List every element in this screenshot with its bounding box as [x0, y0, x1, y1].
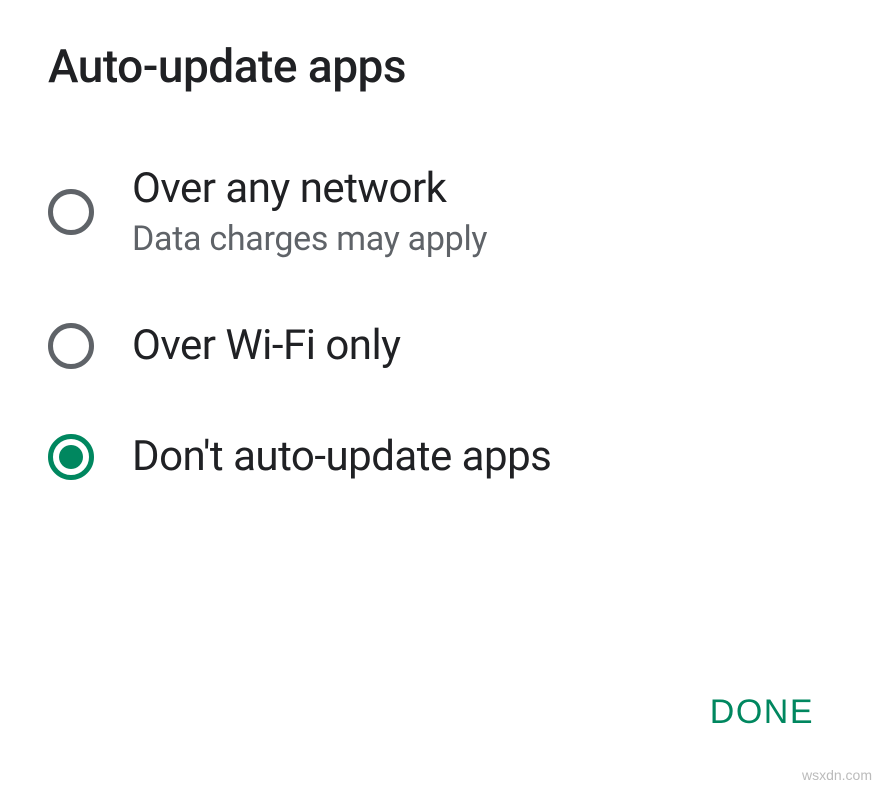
option-sublabel: Data charges may apply — [132, 219, 487, 259]
option-text: Don't auto-update apps — [132, 432, 551, 481]
auto-update-dialog: Auto-update apps Over any network Data c… — [0, 0, 880, 789]
radio-icon — [48, 323, 94, 369]
watermark: wsxdn.com — [802, 767, 872, 783]
dialog-title: Auto-update apps — [48, 40, 832, 94]
option-over-any-network[interactable]: Over any network Data charges may apply — [48, 164, 832, 259]
option-text: Over any network Data charges may apply — [132, 164, 487, 259]
option-text: Over Wi-Fi only — [132, 321, 401, 370]
radio-icon — [48, 189, 94, 235]
option-label: Over Wi-Fi only — [132, 321, 401, 370]
radio-icon-selected — [48, 434, 94, 480]
option-label: Don't auto-update apps — [132, 432, 551, 481]
option-label: Over any network — [132, 164, 487, 213]
options-group: Over any network Data charges may apply … — [48, 164, 832, 481]
done-button[interactable]: DONE — [694, 681, 830, 744]
dialog-actions: DONE — [694, 681, 830, 744]
option-over-wifi-only[interactable]: Over Wi-Fi only — [48, 321, 832, 370]
option-dont-auto-update[interactable]: Don't auto-update apps — [48, 432, 832, 481]
